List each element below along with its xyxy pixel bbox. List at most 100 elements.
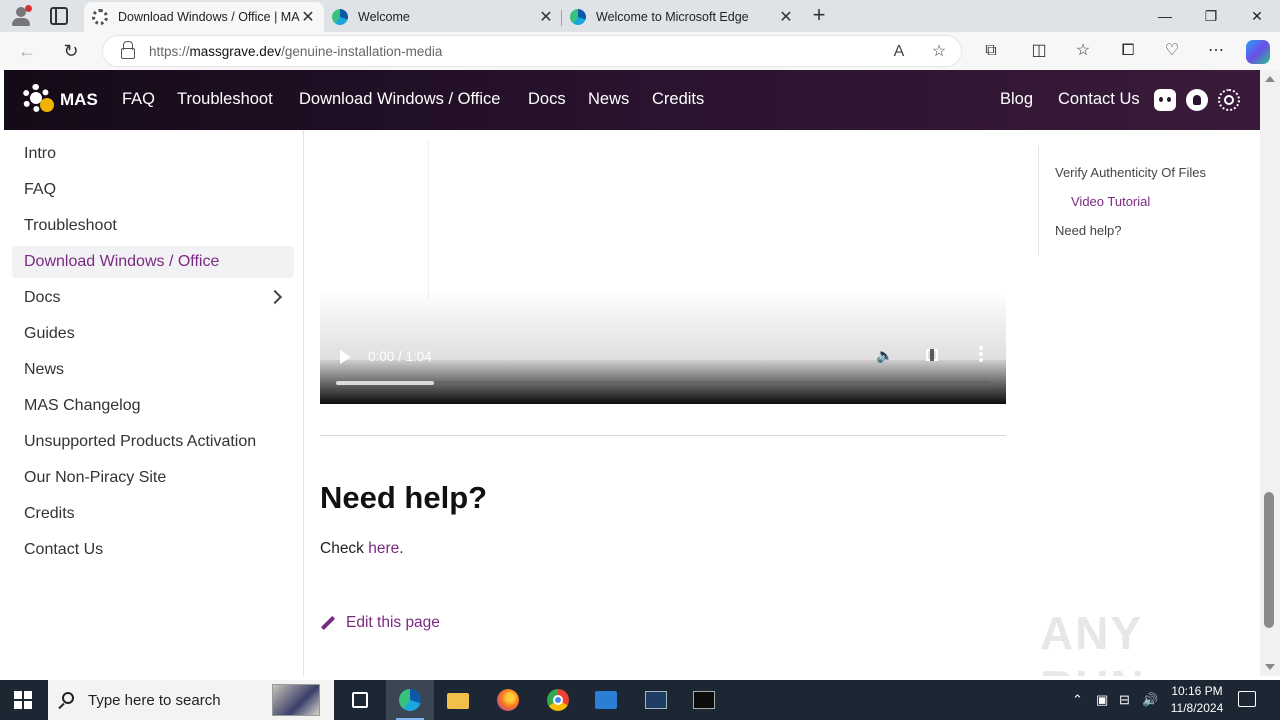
profile-icon[interactable] — [10, 5, 32, 27]
nav-troubleshoot[interactable]: Troubleshoot — [177, 90, 273, 109]
nav-docs[interactable]: Docs — [528, 90, 566, 109]
tab-welcome-edge[interactable]: Welcome to Microsoft Edge ✕ — [562, 2, 802, 32]
sidebar-item-troubleshoot[interactable]: Troubleshoot — [12, 210, 294, 242]
edge-favicon-icon — [570, 9, 586, 25]
nav-blog[interactable]: Blog — [1000, 90, 1033, 109]
toc-item-video[interactable]: Video Tutorial — [1071, 194, 1150, 209]
close-tab-icon[interactable]: ✕ — [300, 7, 316, 27]
video-progress-bar[interactable] — [336, 381, 990, 385]
scroll-thumb[interactable] — [1264, 492, 1274, 628]
new-tab-button[interactable]: + — [808, 3, 830, 29]
sidebar-item-credits[interactable]: Credits — [12, 498, 294, 530]
edit-page-link[interactable]: Edit this page — [320, 614, 440, 632]
favorites-icon[interactable]: ☆ — [1073, 41, 1093, 61]
back-button[interactable]: ← — [16, 40, 38, 62]
tab-welcome[interactable]: Welcome ✕ — [324, 2, 562, 32]
close-tab-icon[interactable]: ✕ — [778, 7, 794, 27]
nav-credits[interactable]: Credits — [652, 90, 704, 109]
restore-button[interactable]: ❐ — [1188, 0, 1234, 32]
sidebar-item-unsupported[interactable]: Unsupported Products Activation — [12, 426, 294, 458]
windows-start-icon[interactable] — [14, 691, 32, 709]
close-tab-icon[interactable]: ✕ — [538, 7, 554, 27]
page-scrollbar[interactable] — [1260, 70, 1280, 676]
lock-icon[interactable] — [121, 41, 135, 59]
network-icon[interactable]: ⊟ — [1119, 692, 1130, 708]
device-icon[interactable]: ▣ — [1096, 692, 1108, 708]
chevron-up-icon[interactable]: ⌃ — [1072, 692, 1083, 708]
scroll-down-icon[interactable] — [1265, 664, 1275, 670]
volume-icon[interactable]: 🔊 — [1142, 692, 1158, 708]
toc-item-help[interactable]: Need help? — [1055, 223, 1122, 238]
nav-contact[interactable]: Contact Us — [1058, 90, 1140, 109]
taskbar-firefox[interactable] — [484, 680, 532, 720]
sidebar-item-changelog[interactable]: MAS Changelog — [12, 390, 294, 422]
chevron-right-icon[interactable] — [267, 289, 283, 305]
toc-item-verify[interactable]: Verify Authenticity Of Files — [1055, 165, 1206, 180]
page-viewport: MAS FAQ Troubleshoot Download Windows / … — [4, 70, 1260, 676]
taskbar-search[interactable]: Type here to search — [48, 680, 334, 720]
tab-download-windows[interactable]: Download Windows / Office | MA ✕ — [84, 2, 324, 32]
github-icon[interactable] — [1186, 89, 1208, 111]
task-view-button[interactable] — [336, 680, 384, 720]
browser-essentials-icon[interactable]: ♡ — [1162, 41, 1182, 61]
url-text[interactable]: https://massgrave.dev/genuine-installati… — [149, 44, 442, 59]
nav-news[interactable]: News — [588, 90, 629, 109]
close-window-button[interactable]: ✕ — [1234, 0, 1280, 32]
site-header: MAS FAQ Troubleshoot Download Windows / … — [4, 70, 1260, 130]
scroll-up-icon[interactable] — [1265, 76, 1275, 82]
sidebar-item-intro[interactable]: Intro — [12, 138, 294, 170]
favorite-star-icon[interactable]: ☆ — [929, 42, 949, 62]
mas-logo-icon[interactable] — [20, 82, 54, 116]
taskbar-explorer[interactable] — [434, 680, 482, 720]
taskbar-cmd[interactable] — [680, 680, 728, 720]
nav-download[interactable]: Download Windows / Office — [299, 90, 500, 109]
taskbar-edge[interactable] — [386, 680, 434, 720]
search-highlight-image — [272, 684, 320, 716]
sidebar-item-download[interactable]: Download Windows / Office — [12, 246, 294, 278]
theme-toggle-sun-icon[interactable] — [1218, 89, 1240, 111]
minimize-button[interactable]: — — [1142, 0, 1188, 32]
discord-icon[interactable] — [1154, 89, 1176, 111]
sidebar-item-non-piracy[interactable]: Our Non-Piracy Site — [12, 462, 294, 494]
refresh-button[interactable]: ↻ — [60, 40, 82, 62]
address-bar[interactable]: https://massgrave.dev/genuine-installati… — [102, 35, 962, 67]
need-help-heading: Need help? — [320, 480, 488, 515]
taskbar-app[interactable] — [582, 680, 630, 720]
play-icon[interactable] — [340, 350, 351, 364]
firefox-icon — [497, 689, 519, 711]
help-paragraph: Check here. — [320, 540, 404, 557]
terminal-icon — [693, 691, 715, 709]
sidebar-item-news[interactable]: News — [12, 354, 294, 386]
read-aloud-icon[interactable]: A — [889, 42, 909, 62]
notification-icon[interactable] — [1238, 691, 1256, 707]
tab-actions-icon[interactable] — [50, 7, 68, 25]
more-vertical-icon[interactable] — [979, 346, 983, 362]
taskbar-chrome[interactable] — [534, 680, 582, 720]
extensions-icon[interactable]: ⧉ — [981, 41, 1001, 61]
sidebar-item-faq[interactable]: FAQ — [12, 174, 294, 206]
anyrun-watermark: ANY RUN — [1040, 607, 1144, 676]
collections-icon[interactable]: ⧠ — [1118, 41, 1138, 61]
sidebar-item-docs[interactable]: Docs — [12, 282, 294, 314]
tab-title: Download Windows / Office | MA — [118, 10, 300, 24]
clock-date: 11/8/2024 — [1170, 701, 1224, 715]
mute-icon[interactable]: 🔈 — [876, 347, 894, 363]
here-link[interactable]: here — [368, 540, 399, 557]
browser-toolbar: ← ↻ https://massgrave.dev/genuine-instal… — [0, 32, 1280, 70]
copilot-icon[interactable] — [1246, 40, 1270, 64]
more-options-icon[interactable]: ⋯ — [1206, 41, 1226, 61]
video-time: 0:00 / 1:04 — [368, 349, 432, 364]
sidebar-item-contact[interactable]: Contact Us — [12, 534, 294, 566]
video-player[interactable]: 0:00 / 1:04 🔈 — [320, 140, 1006, 404]
split-screen-icon[interactable]: ◫ — [1029, 41, 1049, 61]
docs-sidebar: Intro FAQ Troubleshoot Download Windows … — [4, 130, 304, 676]
sidebar-item-guides[interactable]: Guides — [12, 318, 294, 350]
taskbar-clock[interactable]: 10:16 PM 11/8/2024 — [1162, 683, 1232, 717]
app-icon — [595, 691, 617, 709]
tab-strip: Download Windows / Office | MA ✕ Welcome… — [0, 0, 1280, 32]
taskbar: Type here to search ⌃ ▣ ⊟ 🔊 10:16 PM 11/… — [0, 680, 1280, 720]
brand-link[interactable]: MAS — [60, 90, 98, 110]
nav-faq[interactable]: FAQ — [122, 90, 155, 109]
taskbar-powershell[interactable] — [632, 680, 680, 720]
fullscreen-icon[interactable] — [926, 349, 938, 361]
